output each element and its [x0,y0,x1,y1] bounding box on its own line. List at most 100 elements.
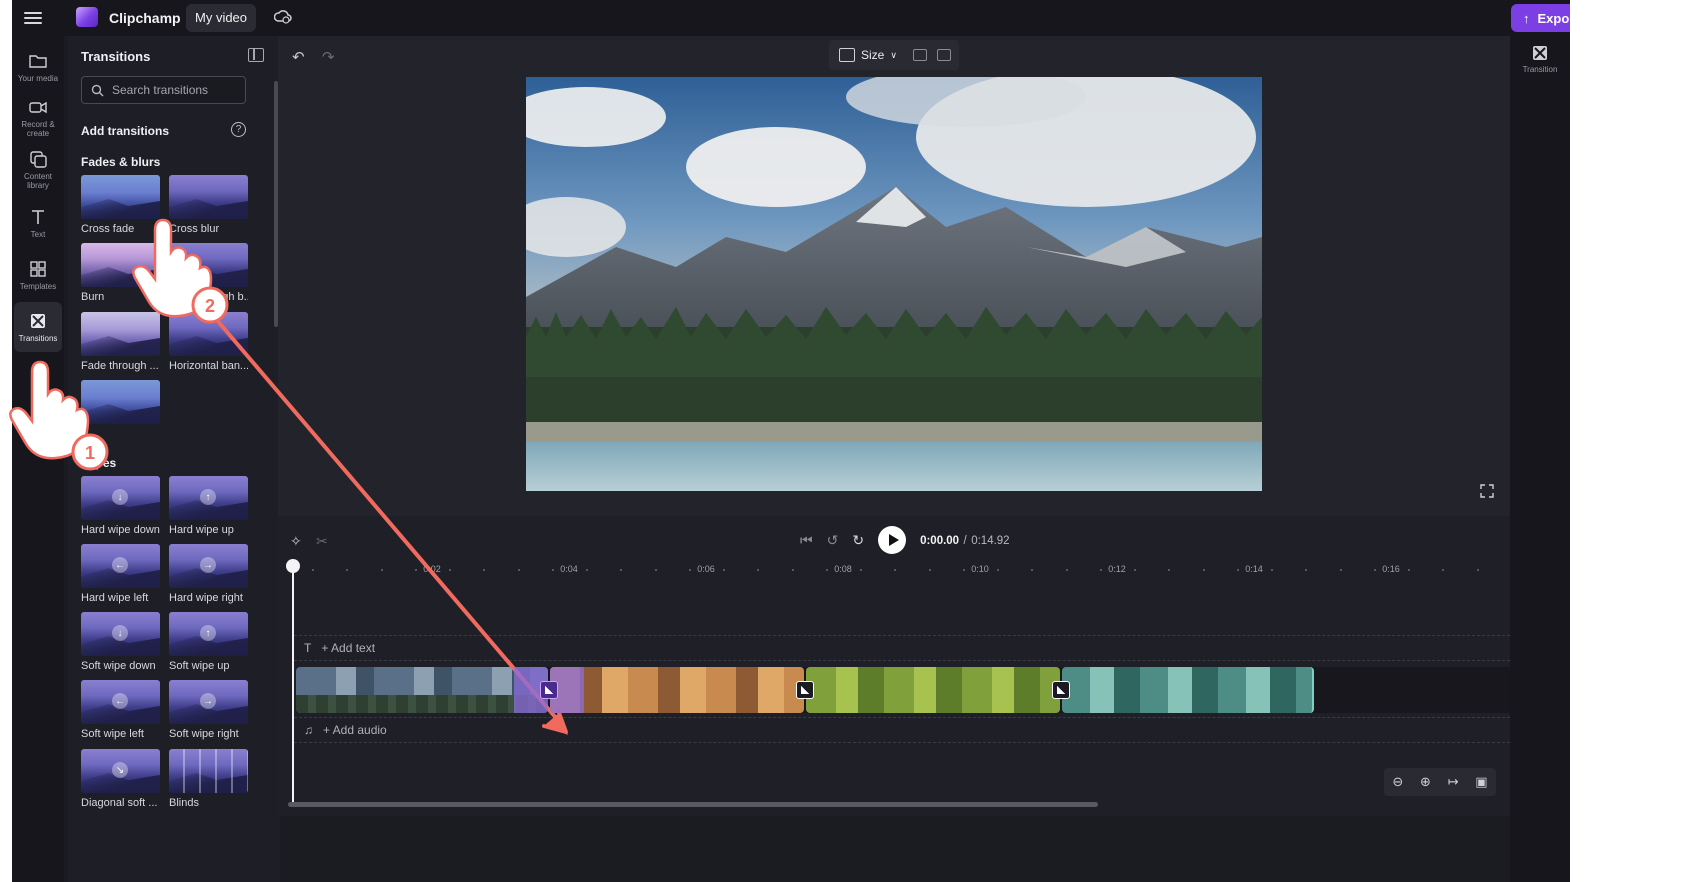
text-icon [32,210,44,224]
transition-thumbnail: ↑ [169,476,248,520]
transition-marker[interactable] [540,681,558,699]
left-nav-rail: Your media Record & create Content libra… [12,36,64,882]
ruler-tick [860,569,862,571]
transitions-icon [31,314,45,328]
transition-tile-hard-wipe-down[interactable]: ↓ Hard wipe down [81,476,160,536]
nav-transitions[interactable]: Transitions [14,302,62,352]
fit-width-icon[interactable]: ↦ [1448,774,1459,790]
ruler-tick [1305,569,1308,571]
nav-record-create[interactable]: Record & create [14,92,62,142]
arrow-up-icon: ↑ [200,489,216,505]
nav-your-media[interactable]: Your media [14,42,62,92]
total-time: 0:14.92 [971,535,1010,547]
skip-back-icon[interactable]: ⏮ [800,532,813,549]
nav-text[interactable]: Text [14,198,62,248]
transition-properties-button[interactable]: Transition [1516,44,1564,84]
transition-tile-soft-wipe-left[interactable]: ← Soft wipe left [81,680,160,740]
transition-thumbnail: ← [81,680,160,724]
magic-wand-icon[interactable]: ✧ [290,533,302,550]
ruler-tick [449,569,451,571]
collapse-panel-icon[interactable] [248,48,264,62]
folder-icon [29,55,47,68]
transition-thumbnail: → [169,680,248,724]
transition-marker[interactable] [796,681,814,699]
nav-templates[interactable]: Templates [14,250,62,300]
video-clip-desert[interactable] [550,667,804,713]
preview-stage: ↶ ↷ Size ∨ [278,36,1510,516]
transition-thumbnail: ↓ [81,612,160,656]
share-icon[interactable] [936,49,951,61]
transition-tile-hard-wipe-up[interactable]: ↑ Hard wipe up [169,476,248,536]
transition-tile-cross-fade[interactable]: Cross fade [81,175,160,235]
transition-tile-blinds[interactable]: Blinds [169,749,248,809]
ruler-label: 0:12 [1108,564,1126,574]
tile-label: Soft wipe left [81,728,144,740]
transition-tile-cross-blur[interactable]: Cross blur [169,175,248,235]
transition-thumbnail: ← [81,544,160,588]
camera-icon [29,101,47,113]
add-audio-label: + Add audio [323,723,387,737]
transition-icon [1057,686,1065,694]
expand-timeline-icon[interactable]: ▣ [1475,774,1487,790]
transition-tile-burn[interactable]: Burn [81,243,160,303]
ruler-tick [1236,569,1239,571]
info-icon[interactable]: ? [231,122,246,137]
nav-label: Templates [19,282,57,291]
nav-label: Transitions [18,334,58,343]
fullscreen-icon[interactable] [1480,484,1494,498]
video-preview[interactable] [526,77,1262,491]
rewind-5-icon[interactable]: ↺ [827,532,839,549]
audio-track[interactable]: ♫ + Add audio [294,717,1510,743]
transition-tile-7[interactable] [81,380,160,428]
transition-tile-fade-through-black[interactable]: Fade through b... [169,243,248,303]
transition-thumbnail [169,175,248,219]
text-track[interactable]: T + Add text [294,635,1510,661]
text-icon: T [304,641,312,655]
ruler-tick [757,569,760,571]
menu-icon[interactable] [24,9,42,27]
search-input[interactable] [112,83,242,97]
scissors-icon[interactable]: ✂ [316,533,328,550]
transition-marker[interactable] [1052,681,1070,699]
transition-tile-soft-wipe-right[interactable]: → Soft wipe right [169,680,248,740]
tile-label: Blinds [169,797,199,809]
swap-icon[interactable] [912,49,927,61]
timeline-scrollbar[interactable] [288,802,1098,807]
ruler-tick [1476,569,1479,571]
transition-thumbnail [81,312,160,356]
undo-icon[interactable]: ↶ [292,48,305,66]
time-ruler[interactable]: 0:02 0:04 0:06 0:08 0:10 0:12 0:14 0:16 [292,560,1498,580]
cloud-sync-icon[interactable] [274,9,292,25]
transition-thumbnail: → [169,544,248,588]
transition-tile-horizontal-banding[interactable]: Horizontal ban... [169,312,248,372]
transition-tile-diagonal-soft[interactable]: ↘ Diagonal soft ... [81,749,160,809]
size-button[interactable]: Size [861,48,884,62]
transition-tile-soft-wipe-down[interactable]: ↓ Soft wipe down [81,612,160,672]
transition-tile-fade-through-white[interactable]: Fade through ... [81,312,160,372]
video-clip-mountains[interactable] [296,667,548,713]
zoom-out-icon[interactable]: ⊖ [1392,774,1403,790]
ruler-tick [551,569,554,571]
video-clip-field[interactable] [806,667,1060,713]
transition-tile-hard-wipe-right[interactable]: → Hard wipe right [169,544,248,604]
ruler-label: 0:06 [697,564,715,574]
project-name-field[interactable]: My video [186,4,257,32]
playhead[interactable] [286,559,300,804]
section-title-fades: Fades & blurs [81,155,161,169]
video-clip-lake[interactable] [1062,667,1314,713]
play-button[interactable] [878,526,907,554]
ruler-label: 0:10 [971,564,989,574]
forward-5-icon[interactable]: ↻ [852,532,864,549]
ruler-tick [1031,569,1034,571]
transition-tile-soft-wipe-up[interactable]: ↑ Soft wipe up [169,612,248,672]
zoom-in-icon[interactable]: ⊕ [1420,774,1431,790]
nav-label: Your media [17,74,59,83]
transition-tile-hard-wipe-left[interactable]: ← Hard wipe left [81,544,160,604]
ruler-tick [825,569,828,571]
ruler-tick [1134,569,1136,571]
tile-label: Soft wipe up [169,660,230,672]
transition-thumbnail: ↘ [81,749,160,793]
transition-icon [801,686,809,694]
redo-icon[interactable]: ↷ [322,48,335,66]
nav-content-library[interactable]: Content library [14,144,62,194]
